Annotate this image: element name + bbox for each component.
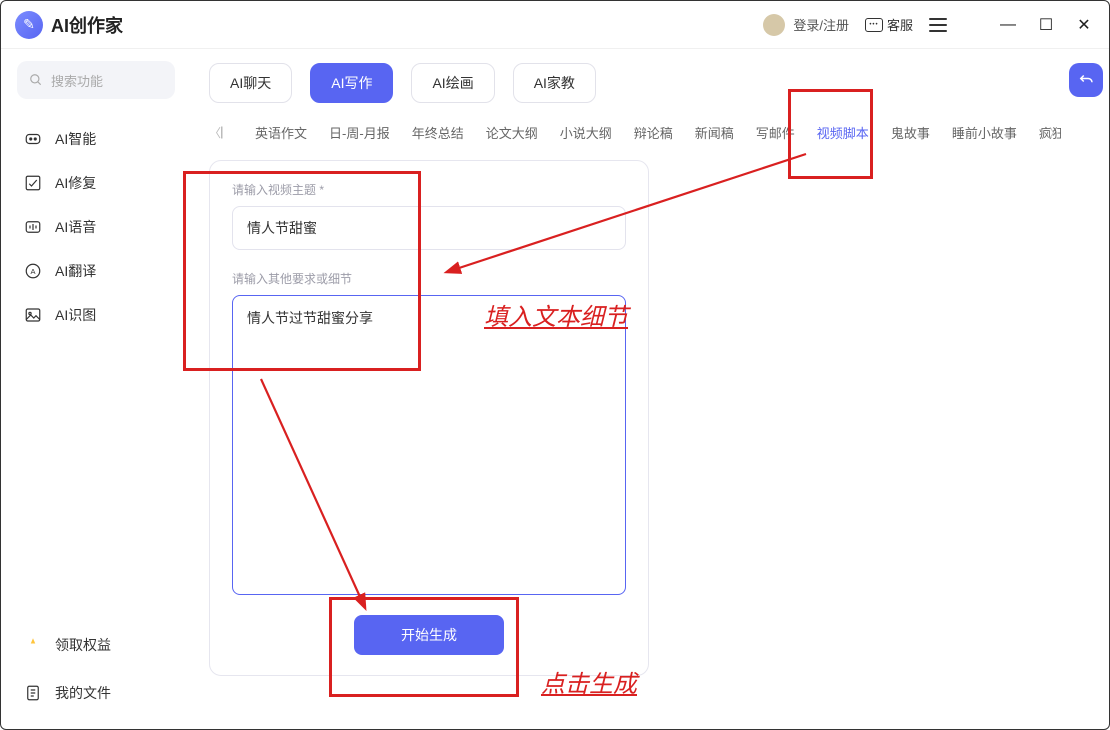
smart-icon	[23, 129, 43, 149]
minimize-button[interactable]: —	[997, 14, 1019, 36]
main-tabs: AI聊天 AI写作 AI绘画 AI家教	[209, 63, 1091, 103]
sidebar-item-label: 我的文件	[55, 683, 111, 703]
sidebar-item-ai-smart[interactable]: AI智能	[17, 117, 175, 161]
subtab-english-essay[interactable]: 英语作文	[255, 117, 307, 148]
sidebar-item-ai-image[interactable]: AI识图	[17, 293, 175, 337]
rewards-icon	[23, 635, 43, 655]
app-logo-icon: ✎	[15, 11, 43, 39]
scroll-right-button[interactable]: 〉	[1049, 124, 1061, 141]
search-input[interactable]: 搜索功能	[17, 61, 175, 99]
image-icon	[23, 305, 43, 325]
sidebar-item-ai-repair[interactable]: AI修复	[17, 161, 175, 205]
sidebar-item-label: AI语音	[55, 217, 96, 237]
close-button[interactable]: ✕	[1073, 14, 1095, 36]
sidebar-item-ai-translate[interactable]: A AI翻译	[17, 249, 175, 293]
return-icon	[1077, 71, 1095, 89]
tab-ai-write[interactable]: AI写作	[310, 63, 393, 103]
maximize-button[interactable]: ☐	[1035, 14, 1057, 36]
annotation-box	[183, 171, 421, 371]
titlebar: ✎ AI创作家 登录/注册 ••• 客服 — ☐ ✕	[1, 1, 1109, 49]
login-text: 登录/注册	[793, 15, 849, 34]
voice-icon	[23, 217, 43, 237]
sidebar-item-label: 领取权益	[55, 635, 111, 655]
avatar-icon	[763, 14, 785, 36]
main-content: AI聊天 AI写作 AI绘画 AI家教 〈▏ 英语作文 日-周-月报 年终总结 …	[191, 49, 1109, 729]
search-placeholder: 搜索功能	[51, 71, 103, 90]
annotation-click-generate: 点击生成	[541, 664, 637, 699]
annotation-arrow-icon	[251, 369, 471, 629]
search-icon	[29, 73, 43, 87]
tab-ai-chat[interactable]: AI聊天	[209, 63, 292, 103]
customer-service-button[interactable]: ••• 客服	[865, 15, 913, 34]
subtab-reports[interactable]: 日-周-月报	[329, 117, 390, 148]
customer-service-label: 客服	[887, 15, 913, 34]
sidebar-item-ai-voice[interactable]: AI语音	[17, 205, 175, 249]
svg-text:A: A	[30, 267, 35, 276]
files-icon	[23, 683, 43, 703]
menu-button[interactable]	[929, 18, 947, 32]
tab-ai-draw[interactable]: AI绘画	[411, 63, 494, 103]
return-button[interactable]	[1069, 63, 1103, 97]
login-register-link[interactable]: 登录/注册	[763, 14, 849, 36]
subtab-ghost-story[interactable]: 鬼故事	[891, 117, 930, 148]
subtab-bedtime-story[interactable]: 睡前小故事	[952, 117, 1017, 148]
sidebar-item-label: AI智能	[55, 129, 96, 149]
scroll-left-button[interactable]: 〈▏	[209, 124, 233, 141]
app-title: AI创作家	[51, 12, 123, 38]
chat-icon: •••	[865, 18, 883, 32]
translate-icon: A	[23, 261, 43, 281]
sidebar-item-files[interactable]: 我的文件	[17, 669, 175, 717]
sidebar: 搜索功能 AI智能 AI修复 AI语音 A AI翻译 AI识图	[1, 49, 191, 729]
repair-icon	[23, 173, 43, 193]
sidebar-item-label: AI翻译	[55, 261, 96, 281]
sidebar-item-rewards[interactable]: 领取权益	[17, 621, 175, 669]
annotation-arrow-icon	[416, 144, 816, 324]
sidebar-item-label: AI识图	[55, 305, 96, 325]
sidebar-item-label: AI修复	[55, 173, 96, 193]
tab-ai-tutor[interactable]: AI家教	[513, 63, 596, 103]
